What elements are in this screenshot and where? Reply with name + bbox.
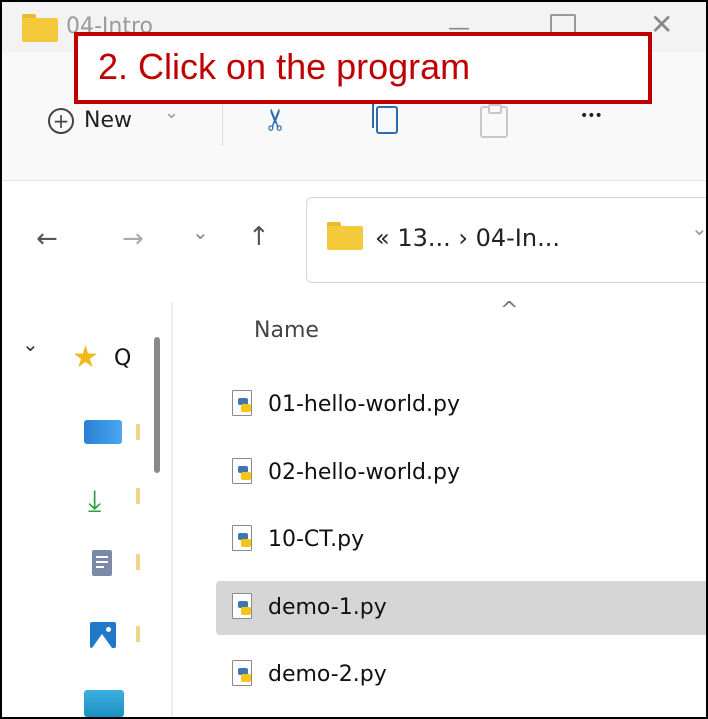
- file-name: demo-1.py: [268, 594, 387, 620]
- forward-button[interactable]: →: [122, 224, 144, 254]
- python-file-icon: [232, 457, 254, 484]
- file-name: demo-2.py: [268, 662, 387, 687]
- file-row[interactable]: 10-CT.py: [216, 513, 706, 567]
- python-file-icon: [232, 525, 254, 551]
- file-name: 10-CT.py: [268, 527, 365, 552]
- folder-icon: [327, 222, 363, 250]
- downloads-icon[interactable]: ⤓: [88, 484, 101, 519]
- file-row[interactable]: 02-hello-world.py: [216, 446, 706, 500]
- file-name: 01-hello-world.py: [268, 392, 460, 417]
- python-file-icon: [232, 660, 254, 686]
- drive-icon[interactable]: [84, 690, 124, 717]
- sidebar-scrollbar[interactable]: [154, 337, 160, 473]
- documents-icon[interactable]: [92, 550, 112, 576]
- close-button[interactable]: ✕: [650, 8, 673, 41]
- sidebar-label-stub: [136, 626, 140, 642]
- address-bar[interactable]: « 13... › 04-In... ⌄: [306, 197, 706, 283]
- file-row[interactable]: demo-2.py: [216, 648, 706, 702]
- pictures-icon[interactable]: [90, 622, 116, 648]
- new-button[interactable]: + New ⌄: [48, 102, 198, 144]
- toolbar-divider: [222, 102, 223, 146]
- sidebar-label-stub: [136, 554, 140, 570]
- explorer-window: 04-Intro — ✕ + New ⌄ ✂ ••• ← → ⌄ ↑ « 13.…: [0, 0, 708, 719]
- new-button-label: New: [84, 108, 132, 133]
- address-path: « 13... › 04-In...: [375, 224, 560, 252]
- recent-locations-button[interactable]: ⌄: [192, 220, 209, 244]
- column-header-name[interactable]: Name: [254, 318, 319, 343]
- sidebar-label-stub: [136, 424, 140, 440]
- file-row[interactable]: demo-1.py: [216, 580, 706, 635]
- callout-text: 2. Click on the program: [98, 46, 471, 87]
- python-file-icon: [232, 390, 254, 416]
- copy-icon[interactable]: [372, 102, 398, 134]
- star-icon: ★: [72, 340, 99, 375]
- back-button[interactable]: ←: [36, 224, 58, 254]
- expand-chevron-icon[interactable]: ⌄: [22, 332, 39, 356]
- plus-circle-icon: +: [48, 108, 74, 134]
- sort-indicator-icon: ^: [500, 298, 519, 323]
- instruction-callout: 2. Click on the program: [74, 32, 652, 104]
- sidebar-label-stub: [136, 488, 140, 504]
- chevron-down-icon[interactable]: ⌄: [691, 216, 706, 240]
- file-name: 02-hello-world.py: [268, 459, 460, 485]
- quick-access-label[interactable]: Q: [114, 346, 131, 371]
- up-button[interactable]: ↑: [248, 222, 270, 252]
- navigation-pane: ⌄ ★ Q ⤓: [2, 292, 172, 717]
- python-file-icon: [232, 592, 254, 619]
- cut-icon[interactable]: ✂: [259, 107, 294, 132]
- paste-icon[interactable]: [480, 104, 508, 138]
- file-row[interactable]: 01-hello-world.py: [216, 378, 706, 432]
- more-options-icon[interactable]: •••: [580, 108, 603, 124]
- folder-icon: [22, 14, 58, 42]
- pane-divider[interactable]: [171, 302, 173, 717]
- chevron-down-icon: ⌄: [164, 102, 180, 123]
- desktop-icon[interactable]: [84, 420, 122, 444]
